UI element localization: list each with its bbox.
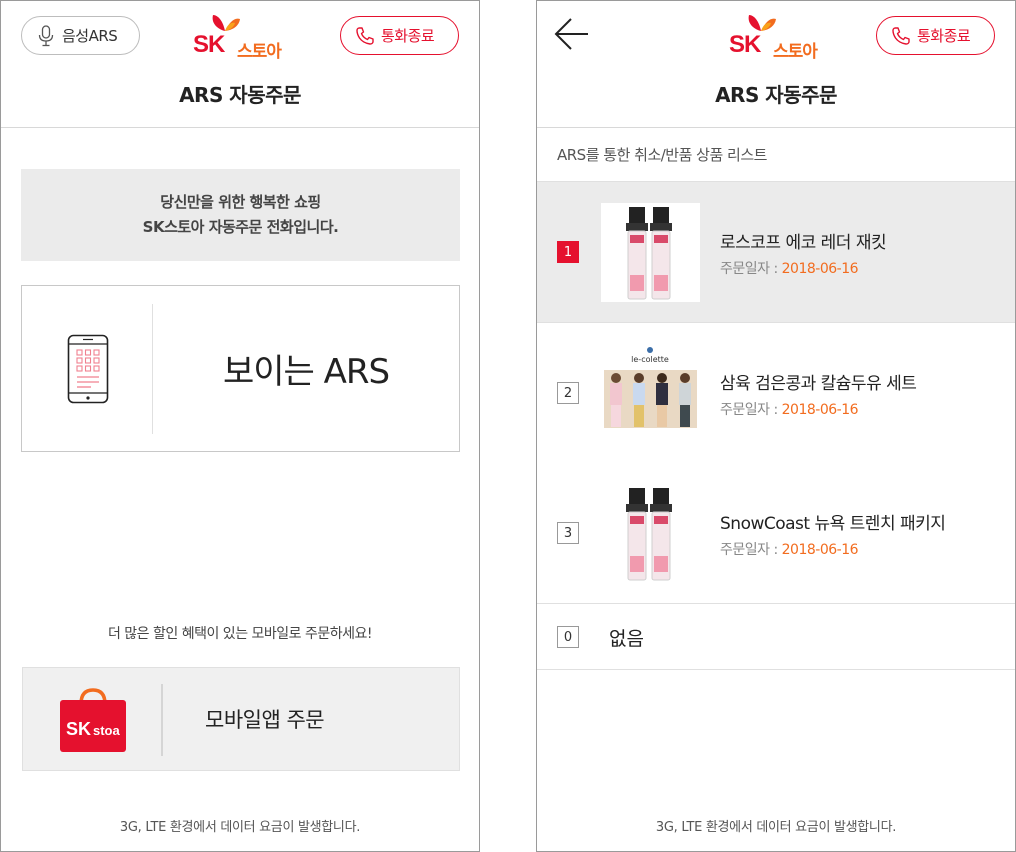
spray-bottle-image [601,484,700,583]
phone-icon [356,26,374,45]
voice-ars-label: 음성ARS [62,27,118,45]
end-call-button[interactable]: 통화종료 [340,16,459,55]
intro-line-1: 당신만을 위한 행복한 쇼핑 [160,193,321,211]
row-number-badge: 1 [557,241,579,263]
smartphone-keypad-icon [67,334,108,403]
thumb-brand-text: le-colette [631,355,669,364]
visible-ars-label: 보이는 ARS [222,352,390,392]
top-bar: SK 스토아 통화종료 [537,1,1015,69]
order-date-value: 2018-06-16 [781,542,859,558]
sk-stoa-logo: SK 스토아 [727,11,827,62]
end-call-button[interactable]: 통화종료 [876,16,995,55]
intro-message-box: 당신만을 위한 행복한 쇼핑 SK스토아 자동주문 전화입니다. [21,169,460,261]
logo-store-text: 스토아 [773,42,818,62]
product-thumbnail [601,203,700,302]
row-number-badge: 0 [557,626,579,648]
order-date-label: 주문일자 : [720,261,782,277]
voice-ars-button[interactable]: 음성ARS [21,16,140,55]
order-date-value: 2018-06-16 [781,402,859,418]
app-icon-sk-text: SK [66,719,91,739]
none-option-label: 없음 [609,628,644,650]
order-date: 주문일자 : 2018-06-16 [720,539,859,559]
data-charge-notice: 3G, LTE 환경에서 데이터 요금이 발생합니다. [119,820,361,835]
end-call-label: 통화종료 [381,27,435,45]
card-divider [161,684,163,756]
divider [1,127,479,128]
product-name: SnowCoast 뉴욕 트렌치 패키지 [720,514,946,534]
logo-store-text: 스토아 [237,42,282,62]
product-name: 삼육 검은콩과 칼슘두유 세트 [720,374,917,394]
product-row-1[interactable]: 1 로스코프 에코 레더 재킷 주문일자 : 2018-06-16 [537,182,1015,323]
top-bar: 음성ARS SK 스토아 통화종료 [1,1,479,69]
back-arrow-icon[interactable] [553,15,591,53]
mobile-promo-text: 더 많은 할인 혜택이 있는 모바일로 주문하세요! [107,626,373,642]
data-charge-notice: 3G, LTE 환경에서 데이터 요금이 발생합니다. [655,820,897,835]
order-date-label: 주문일자 : [720,542,782,558]
order-date: 주문일자 : 2018-06-16 [720,399,859,419]
spray-bottle-image [601,203,700,302]
product-thumbnail: le-colette [601,344,700,443]
fashion-models-image: le-colette [601,344,700,443]
app-icon-stoa-text: stoa [93,723,121,738]
logo-sk-text: SK [193,31,225,58]
order-date-label: 주문일자 : [720,402,782,418]
product-row-2[interactable]: 2 le-colette 삼육 검은콩과 칼슘두유 세트 주문일자 : 2018… [537,323,1015,464]
order-date: 주문일자 : 2018-06-16 [720,258,859,278]
phone-icon [892,26,910,45]
cancel-return-list-screen: SK 스토아 통화종료 ARS 자동주문 ARS를 통한 취소/반품 상품 리스… [536,0,1016,852]
mic-icon [38,24,54,46]
page-title: ARS 자동주문 [715,83,837,107]
product-thumbnail [601,484,700,583]
none-option-row[interactable]: 0 없음 [537,604,1015,670]
row-number-badge: 2 [557,382,579,404]
end-call-label: 통화종료 [917,27,971,45]
logo-sk-text: SK [729,31,761,58]
ars-main-screen: 음성ARS SK 스토아 통화종료 ARS 자동주문 당신만을 위한 행복한 쇼… [0,0,480,852]
visible-ars-button[interactable]: 보이는 ARS [21,285,460,452]
product-name: 로스코프 에코 레더 재킷 [720,233,887,253]
mobile-app-order-button[interactable]: SK stoa 모바일앱 주문 [22,667,460,771]
page-title: ARS 자동주문 [179,83,301,107]
divider [537,127,1015,128]
row-number-badge: 3 [557,522,579,544]
mobile-app-order-label: 모바일앱 주문 [205,708,325,732]
intro-line-2: SK스토아 자동주문 전화입니다. [142,218,339,236]
product-row-3[interactable]: 3 SnowCoast 뉴욕 트렌치 패키지 주문일자 : 2018-06-16 [537,463,1015,604]
list-caption: ARS를 통한 취소/반품 상품 리스트 [557,146,767,164]
order-date-value: 2018-06-16 [781,261,859,277]
card-icon-wrap [22,286,153,451]
sk-stoa-logo: SK 스토아 [191,11,291,62]
sk-stoa-app-icon: SK stoa [60,688,126,752]
